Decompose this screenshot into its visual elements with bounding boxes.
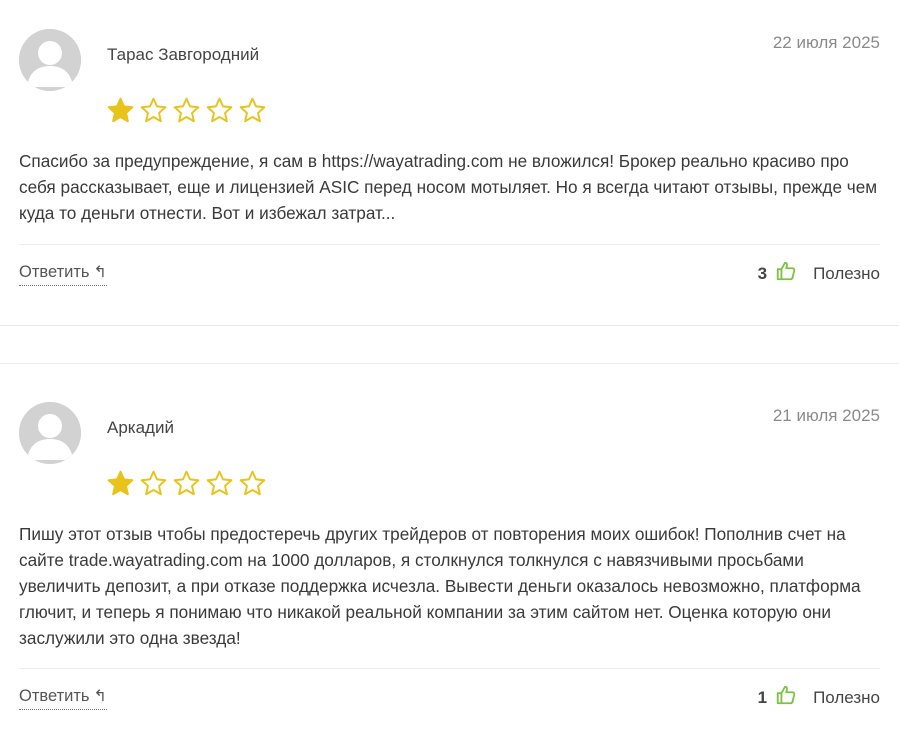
star-filled-icon [106,96,135,125]
reply-label: Ответить [19,686,90,705]
star-empty-icon [205,469,234,498]
review-text: Пишу этот отзыв чтобы предостеречь други… [19,524,861,648]
star-empty-icon [238,469,267,498]
star-filled-icon [106,469,135,498]
review-text: Спасибо за предупреждение, я сам в https… [19,151,878,223]
star-empty-icon [172,469,201,498]
reply-button[interactable]: Ответить ↰ [19,262,107,286]
reply-arrow-icon: ↰ [93,688,107,705]
reply-button[interactable]: Ответить ↰ [19,686,107,710]
thumbs-up-icon[interactable] [775,684,797,711]
helpful-button[interactable]: Полезно [813,264,880,284]
review-author: Аркадий [107,418,174,437]
star-empty-icon [238,96,267,125]
review-author: Тарас Завгородний [107,45,260,64]
review-card: Тарас Завгородний 22 июля 2025 Спасибо з… [0,0,899,325]
helpful-button[interactable]: Полезно [813,688,880,708]
star-empty-icon [139,96,168,125]
divider [19,244,880,245]
rating-stars [106,96,267,125]
reply-arrow-icon: ↰ [93,264,107,281]
reply-label: Ответить [19,262,90,281]
user-avatar-icon [19,29,81,91]
star-empty-icon [205,96,234,125]
section-divider [0,325,899,326]
review-date: 22 июля 2025 [772,33,880,52]
helpful-count: 3 [757,263,768,283]
review-card: Аркадий 21 июля 2025 Пишу этот отзыв что… [0,373,899,741]
section-divider [0,363,899,364]
divider [19,668,880,669]
rating-stars [106,469,267,498]
thumbs-up-icon[interactable] [775,260,797,287]
star-empty-icon [172,96,201,125]
user-avatar-icon [19,402,81,464]
star-empty-icon [139,469,168,498]
helpful-control: 3 Полезно [758,260,880,287]
review-date: 21 июля 2025 [772,406,880,425]
helpful-control: 1 Полезно [758,684,880,711]
helpful-count: 1 [757,687,768,707]
